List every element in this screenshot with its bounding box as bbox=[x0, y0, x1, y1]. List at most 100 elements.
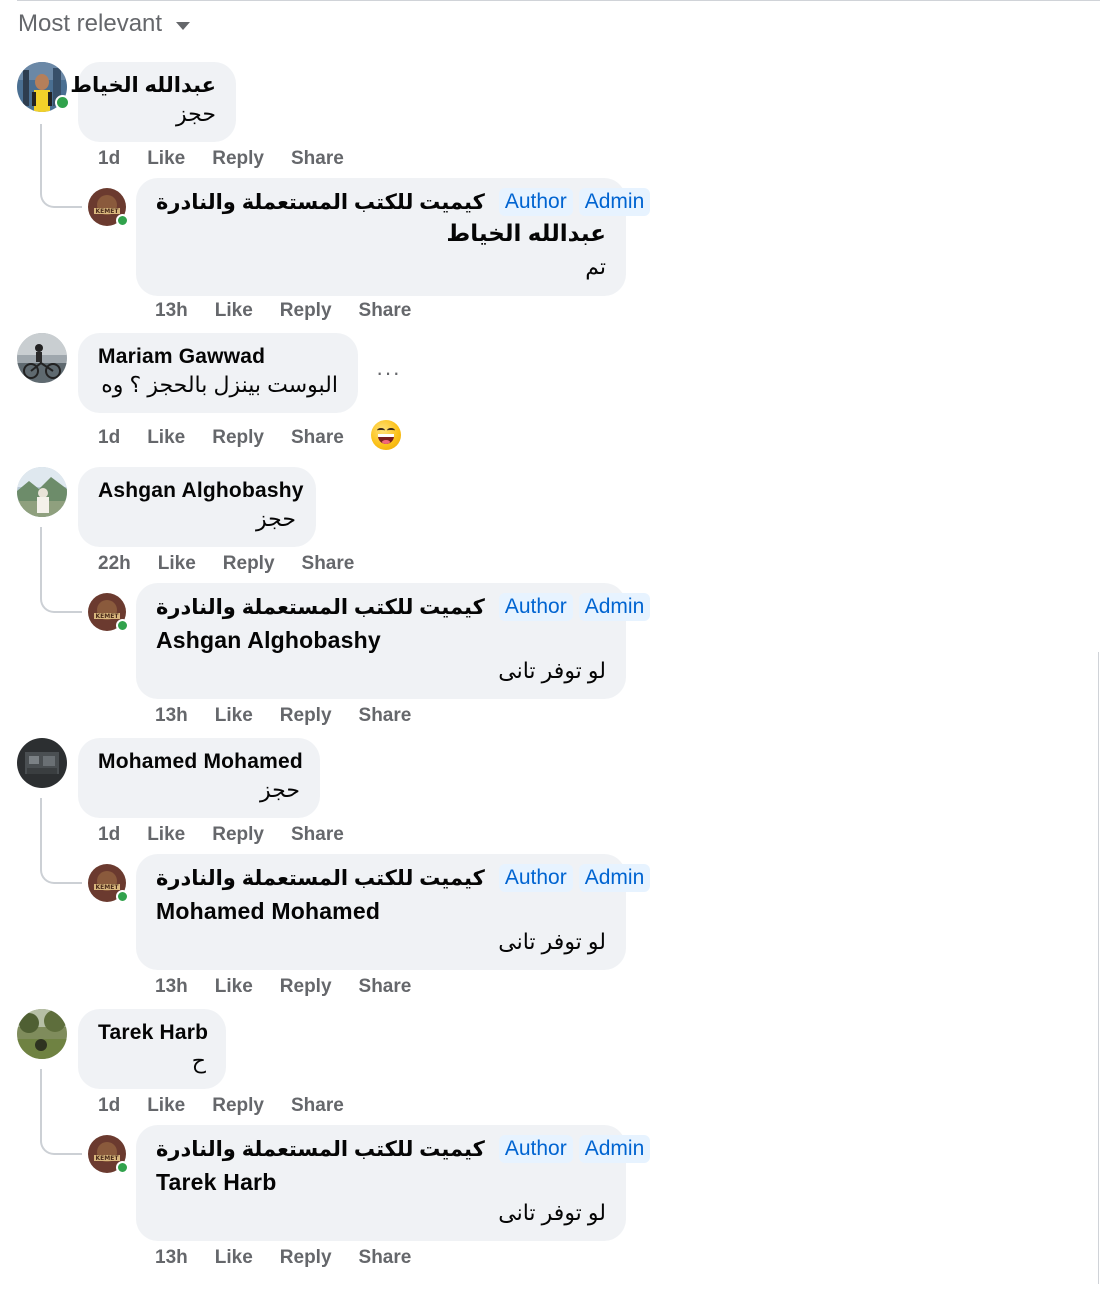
comment-text: حجز bbox=[260, 777, 300, 802]
reply-button[interactable]: Reply bbox=[212, 148, 264, 170]
comment-bubble: عبدالله الخياط حجز bbox=[70, 62, 236, 142]
page-author-name[interactable]: كيميت للكتب المستعملة والنادرة bbox=[156, 190, 485, 215]
page-author-name[interactable]: كيميت للكتب المستعملة والنادرة bbox=[156, 866, 485, 891]
comment-text: حجز bbox=[176, 101, 216, 126]
thread-connector bbox=[40, 527, 82, 613]
comment-timestamp[interactable]: 1d bbox=[98, 824, 120, 846]
avatar[interactable] bbox=[17, 333, 67, 383]
like-button[interactable]: Like bbox=[215, 1247, 253, 1269]
share-button[interactable]: Share bbox=[359, 976, 412, 998]
author-badge: Author bbox=[498, 188, 573, 216]
like-button[interactable]: Like bbox=[158, 553, 196, 575]
reply-actions: 13h Like Reply Share bbox=[155, 1247, 438, 1269]
page-author-name[interactable]: كيميت للكتب المستعملة والنادرة bbox=[156, 1137, 485, 1162]
sort-label: Most relevant bbox=[18, 10, 163, 37]
reply-button[interactable]: Reply bbox=[280, 705, 332, 727]
thread-connector bbox=[40, 1069, 82, 1155]
share-button[interactable]: Share bbox=[359, 705, 412, 727]
like-button[interactable]: Like bbox=[215, 300, 253, 322]
reply-timestamp[interactable]: 13h bbox=[155, 705, 188, 727]
comment-actions: 1d Like Reply Share bbox=[98, 1095, 371, 1117]
mention-link[interactable]: Mohamed Mohamed bbox=[156, 898, 380, 925]
avatar[interactable] bbox=[17, 1009, 67, 1059]
reply-actions: 13h Like Reply Share bbox=[155, 705, 438, 727]
comment-timestamp[interactable]: 1d bbox=[98, 1095, 120, 1117]
caret-down-icon bbox=[176, 21, 191, 30]
like-button[interactable]: Like bbox=[147, 427, 185, 449]
reply-timestamp[interactable]: 13h bbox=[155, 300, 188, 322]
reply-bubble: كيميت للكتب المستعملة والنادرة Author Ad… bbox=[136, 854, 651, 970]
share-button[interactable]: Share bbox=[359, 300, 412, 322]
avatar[interactable] bbox=[17, 738, 67, 788]
reply-button[interactable]: Reply bbox=[212, 427, 264, 449]
online-status-icon bbox=[116, 214, 129, 227]
like-button[interactable]: Like bbox=[215, 705, 253, 727]
avatar[interactable] bbox=[17, 467, 67, 517]
reply-button[interactable]: Reply bbox=[280, 1247, 332, 1269]
reply-text: تم bbox=[585, 254, 606, 279]
reply-actions: 13h Like Reply Share bbox=[155, 300, 438, 322]
online-status-icon bbox=[55, 95, 70, 110]
reply-button[interactable]: Reply bbox=[280, 976, 332, 998]
admin-badge: Admin bbox=[578, 1135, 651, 1163]
comment-actions: 1d Like Reply Share bbox=[98, 148, 371, 170]
comment-timestamp[interactable]: 22h bbox=[98, 553, 131, 575]
comment-text: ح bbox=[191, 1048, 206, 1073]
comment-bubble: Tarek Harb ح bbox=[78, 1009, 226, 1089]
thread-connector bbox=[40, 124, 82, 208]
comment-bubble: Mariam Gawwad البوست بينزل بالحجز ؟ وه bbox=[78, 333, 358, 413]
reply-timestamp[interactable]: 13h bbox=[155, 976, 188, 998]
share-button[interactable]: Share bbox=[291, 824, 344, 846]
comment-author[interactable]: Ashgan Alghobashy bbox=[98, 479, 304, 503]
share-button[interactable]: Share bbox=[291, 148, 344, 170]
page-avatar[interactable]: KEMET bbox=[88, 864, 129, 903]
online-status-icon bbox=[116, 1161, 129, 1174]
online-status-icon bbox=[116, 890, 129, 903]
scrollbar-track[interactable] bbox=[1098, 652, 1099, 1284]
page-avatar[interactable]: KEMET bbox=[88, 593, 129, 632]
reply-bubble: كيميت للكتب المستعملة والنادرة Author Ad… bbox=[136, 583, 651, 699]
admin-badge: Admin bbox=[578, 593, 651, 621]
share-button[interactable]: Share bbox=[302, 553, 355, 575]
comment-bubble: Ashgan Alghobashy حجز bbox=[78, 467, 316, 547]
svg-text:KEMET: KEMET bbox=[96, 208, 120, 215]
reply-button[interactable]: Reply bbox=[212, 824, 264, 846]
admin-badge: Admin bbox=[578, 188, 651, 216]
page-avatar[interactable]: KEMET bbox=[88, 188, 129, 227]
mention-link[interactable]: Ashgan Alghobashy bbox=[156, 627, 381, 654]
svg-text:KEMET: KEMET bbox=[96, 1155, 120, 1162]
like-button[interactable]: Like bbox=[215, 976, 253, 998]
page-avatar[interactable]: KEMET bbox=[88, 1135, 129, 1174]
share-button[interactable]: Share bbox=[291, 427, 344, 449]
reply-button[interactable]: Reply bbox=[223, 553, 275, 575]
share-button[interactable]: Share bbox=[359, 1247, 412, 1269]
reply-actions: 13h Like Reply Share bbox=[155, 976, 438, 998]
comment-actions: 22h Like Reply Share bbox=[98, 553, 381, 575]
comment-author[interactable]: عبدالله الخياط bbox=[70, 73, 216, 98]
comment-timestamp[interactable]: 1d bbox=[98, 148, 120, 170]
author-badge: Author bbox=[498, 593, 573, 621]
reply-text: لو توفر تانى bbox=[498, 658, 606, 683]
page-author-name[interactable]: كيميت للكتب المستعملة والنادرة bbox=[156, 595, 485, 620]
comment-author[interactable]: Tarek Harb bbox=[98, 1021, 208, 1045]
reply-button[interactable]: Reply bbox=[280, 300, 332, 322]
more-options-icon[interactable]: ··· bbox=[376, 360, 401, 386]
mention-link[interactable]: عبدالله الخياط bbox=[446, 220, 606, 247]
like-button[interactable]: Like bbox=[147, 148, 185, 170]
comment-author[interactable]: Mariam Gawwad bbox=[98, 345, 265, 369]
author-badge: Author bbox=[498, 1135, 573, 1163]
reply-button[interactable]: Reply bbox=[212, 1095, 264, 1117]
like-button[interactable]: Like bbox=[147, 1095, 185, 1117]
comment-author[interactable]: Mohamed Mohamed bbox=[98, 750, 303, 774]
grinning-squinting-face-icon[interactable] bbox=[371, 420, 401, 450]
reply-bubble: كيميت للكتب المستعملة والنادرة Author Ad… bbox=[136, 1125, 651, 1241]
sort-dropdown[interactable]: Most relevant bbox=[18, 10, 191, 38]
share-button[interactable]: Share bbox=[291, 1095, 344, 1117]
avatar[interactable] bbox=[17, 62, 70, 112]
reply-timestamp[interactable]: 13h bbox=[155, 1247, 188, 1269]
svg-text:KEMET: KEMET bbox=[96, 613, 120, 620]
like-button[interactable]: Like bbox=[147, 824, 185, 846]
comment-timestamp[interactable]: 1d bbox=[98, 427, 120, 449]
comment-text: حجز bbox=[256, 506, 296, 531]
mention-link[interactable]: Tarek Harb bbox=[156, 1169, 276, 1196]
